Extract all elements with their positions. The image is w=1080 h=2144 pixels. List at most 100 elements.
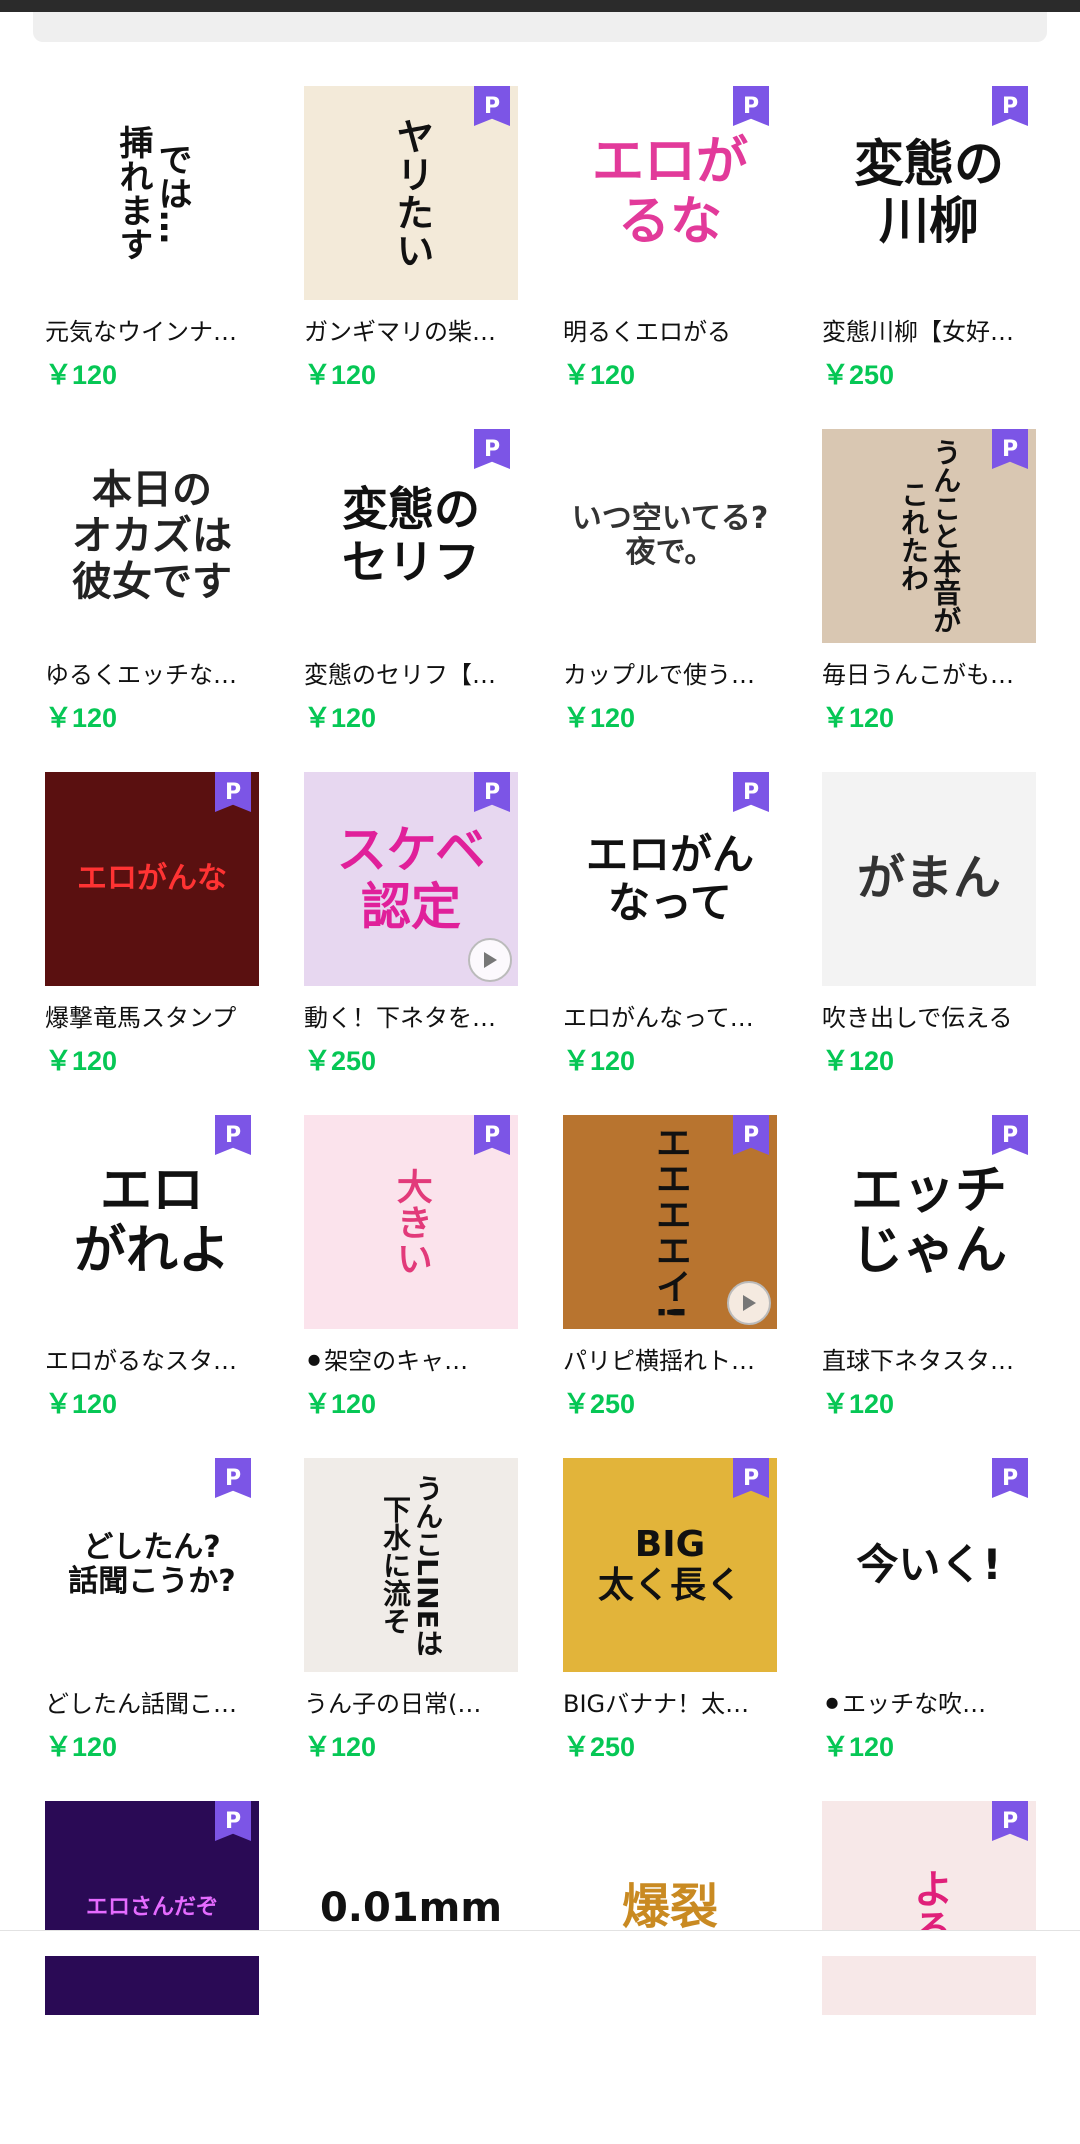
sticker-price: ￥120 [822, 703, 895, 733]
premium-badge-icon: P [474, 1115, 510, 1155]
sticker-thumbnail[interactable]: エロ がれよ P [45, 1115, 259, 1329]
sticker-item[interactable]: いつ空いてる? 夜で。カップルで使う… ￥120 [563, 429, 777, 772]
sticker-price: ￥250 [563, 1389, 636, 1419]
sticker-price: ￥120 [563, 703, 636, 733]
sticker-thumbnail[interactable]: エロが るな P [563, 86, 777, 300]
sticker-thumbnail-text: エロがん なって [585, 829, 754, 927]
sticker-thumbnail[interactable]: 本日の オカズは 彼女です [45, 429, 259, 643]
sticker-item[interactable]: スケベ 認定 P 動く！下ネタを… ￥250 [304, 772, 518, 1115]
sticker-title: 動く！下ネタを… [304, 1004, 496, 1032]
sticker-thumbnail[interactable]: 大きい P [304, 1115, 518, 1329]
sticker-price: ￥120 [822, 1389, 895, 1419]
sticker-item[interactable]: がまん 吹き出しで伝える ￥120 [822, 772, 1036, 1115]
sticker-item[interactable]: どしたん? 話聞こうか? P どしたん話聞こ… ￥120 [45, 1458, 259, 1801]
sticker-thumbnail[interactable]: うんこと本音が これたわ P [822, 429, 1036, 643]
sticker-thumbnail[interactable]: エロがんな P [45, 772, 259, 986]
sticker-item[interactable]: 変態の 川柳 P 変態川柳【女好… ￥250 [822, 86, 1036, 429]
sticker-item[interactable]: うんこと本音が これたわ P 毎日うんこがも… ￥120 [822, 429, 1036, 772]
premium-badge-icon: P [733, 1115, 769, 1155]
sticker-grid: では… 挿れます 元気なウインナ… ￥120 ヤリたい P ガンギマリの柴… ￥120 エロが… [45, 86, 1045, 2144]
sticker-thumbnail[interactable]: よろ P [822, 1801, 1036, 2015]
sticker-item[interactable]: うんこLINEは 下水に流そうん子の日常(… ￥120 [304, 1458, 518, 1801]
sticker-item[interactable]: BIG 太く長く P BIGバナナ！太… ￥250 [563, 1458, 777, 1801]
sticker-thumbnail-text: エロさんだぞ [85, 1895, 218, 1921]
premium-badge-icon: P [733, 86, 769, 126]
sticker-title: うん子の日常(… [304, 1690, 482, 1718]
premium-badge-icon: P [992, 1801, 1028, 1841]
sticker-thumbnail-text: 大きい [390, 1168, 432, 1276]
premium-badge-icon: P [733, 772, 769, 812]
sticker-title: パリピ横揺れト… [563, 1347, 755, 1375]
sticker-title: 吹き出しで伝える [822, 1004, 1013, 1032]
sticker-item[interactable]: エロ がれよ P エロがるなスタ… ￥120 [45, 1115, 259, 1458]
sticker-price: ￥120 [563, 360, 636, 390]
sticker-item[interactable]: エエエエイ! P パリピ横揺れト… ￥250 [563, 1115, 777, 1458]
sticker-item[interactable]: 0.01mm [304, 1801, 518, 2144]
sticker-thumbnail[interactable]: エロがん なって P [563, 772, 777, 986]
sticker-thumbnail-text: 今いく! [856, 1539, 1002, 1589]
sticker-thumbnail[interactable]: エエエエイ! P [563, 1115, 777, 1329]
sticker-item[interactable]: エロがんな P 爆撃竜馬スタンプ ￥120 [45, 772, 259, 1115]
sticker-item[interactable]: エッチ じゃん P 直球下ネタスタ… ￥120 [822, 1115, 1036, 1458]
sticker-item[interactable]: では… 挿れます元気なウインナ… ￥120 [45, 86, 259, 429]
sticker-price: ￥250 [304, 1046, 377, 1076]
sticker-title: 元気なウインナ… [45, 318, 237, 346]
sticker-item[interactable]: エロがん なって P エロがんなって… ￥120 [563, 772, 777, 1115]
sticker-thumbnail[interactable]: いつ空いてる? 夜で。 [563, 429, 777, 643]
sticker-price: ￥120 [822, 1732, 895, 1762]
sticker-item[interactable]: 今いく! P ⚫エッチな吹… ￥120 [822, 1458, 1036, 1801]
sticker-item[interactable]: 変態の セリフ P 変態のセリフ【… ￥120 [304, 429, 518, 772]
sticker-item[interactable]: エロさんだぞ P [45, 1801, 259, 2144]
sticker-item[interactable]: エロが るな P 明るくエロがる ￥120 [563, 86, 777, 429]
sticker-price: ￥120 [45, 1046, 118, 1076]
sticker-title: ゆるくエッチな… [45, 661, 237, 689]
sticker-thumbnail[interactable]: BIG 太く長く P [563, 1458, 777, 1672]
sticker-thumbnail[interactable]: どしたん? 話聞こうか? P [45, 1458, 259, 1672]
sticker-thumbnail-text: どしたん? 話聞こうか? [68, 1529, 236, 1599]
sticker-title: 爆撃竜馬スタンプ [45, 1004, 237, 1032]
sticker-thumbnail[interactable]: エッチ じゃん P [822, 1115, 1036, 1329]
sticker-thumbnail[interactable]: スケベ 認定 P [304, 772, 518, 986]
sticker-thumbnail[interactable]: 変態の セリフ P [304, 429, 518, 643]
sticker-thumbnail[interactable]: がまん [822, 772, 1036, 986]
status-bar [0, 0, 1080, 12]
sticker-thumbnail-text: エロが るな [591, 132, 748, 252]
sticker-title: 明るくエロがる [563, 318, 731, 346]
sticker-price: ￥120 [45, 360, 118, 390]
sticker-thumbnail-text: 変態の セリフ [342, 482, 480, 589]
bottom-bar [0, 1930, 1080, 1956]
sticker-price: ￥120 [45, 1389, 118, 1419]
sticker-thumbnail[interactable]: 0.01mm [304, 1801, 518, 2015]
premium-badge-icon: P [992, 429, 1028, 469]
sticker-title: カップルで使う… [563, 661, 755, 689]
sticker-title: エロがんなって… [563, 1004, 754, 1032]
play-icon [727, 1281, 771, 1325]
search-strip[interactable] [33, 12, 1047, 42]
sticker-item[interactable]: よろ P [822, 1801, 1036, 2144]
premium-badge-icon: P [215, 772, 251, 812]
sticker-item[interactable]: 本日の オカズは 彼女ですゆるくエッチな… ￥120 [45, 429, 259, 772]
sticker-item[interactable]: ヤリたい P ガンギマリの柴… ￥120 [304, 86, 518, 429]
sticker-thumbnail[interactable]: エロさんだぞ P [45, 1801, 259, 2015]
sticker-title: 変態のセリフ【… [304, 661, 496, 689]
sticker-price: ￥120 [304, 1732, 377, 1762]
sticker-title: どしたん話聞こ… [45, 1690, 237, 1718]
sticker-thumbnail-text: 変態の 川柳 [854, 134, 1004, 250]
sticker-thumbnail-text: エロがんな [77, 860, 227, 896]
sticker-price: ￥120 [45, 1732, 118, 1762]
sticker-thumbnail-text: スケベ 認定 [336, 820, 486, 936]
sticker-thumbnail[interactable]: では… 挿れます [45, 86, 259, 300]
sticker-thumbnail[interactable]: 今いく! P [822, 1458, 1036, 1672]
sticker-thumbnail[interactable]: うんこLINEは 下水に流そ [304, 1458, 518, 1672]
sticker-thumbnail[interactable]: ヤリたい P [304, 86, 518, 300]
sticker-thumbnail[interactable]: 爆裂 [563, 1801, 777, 2015]
sticker-price: ￥120 [45, 703, 118, 733]
sticker-item[interactable]: 爆裂 [563, 1801, 777, 2144]
sticker-thumbnail-text: がまん [856, 850, 1001, 907]
sticker-item[interactable]: 大きい P ⚫架空のキャ… ￥120 [304, 1115, 518, 1458]
sticker-price: ￥120 [304, 1389, 377, 1419]
sticker-thumbnail[interactable]: 変態の 川柳 P [822, 86, 1036, 300]
premium-badge-icon: P [992, 1458, 1028, 1498]
sticker-title: ⚫架空のキャ… [304, 1347, 469, 1375]
sticker-title: 変態川柳【女好… [822, 318, 1014, 346]
